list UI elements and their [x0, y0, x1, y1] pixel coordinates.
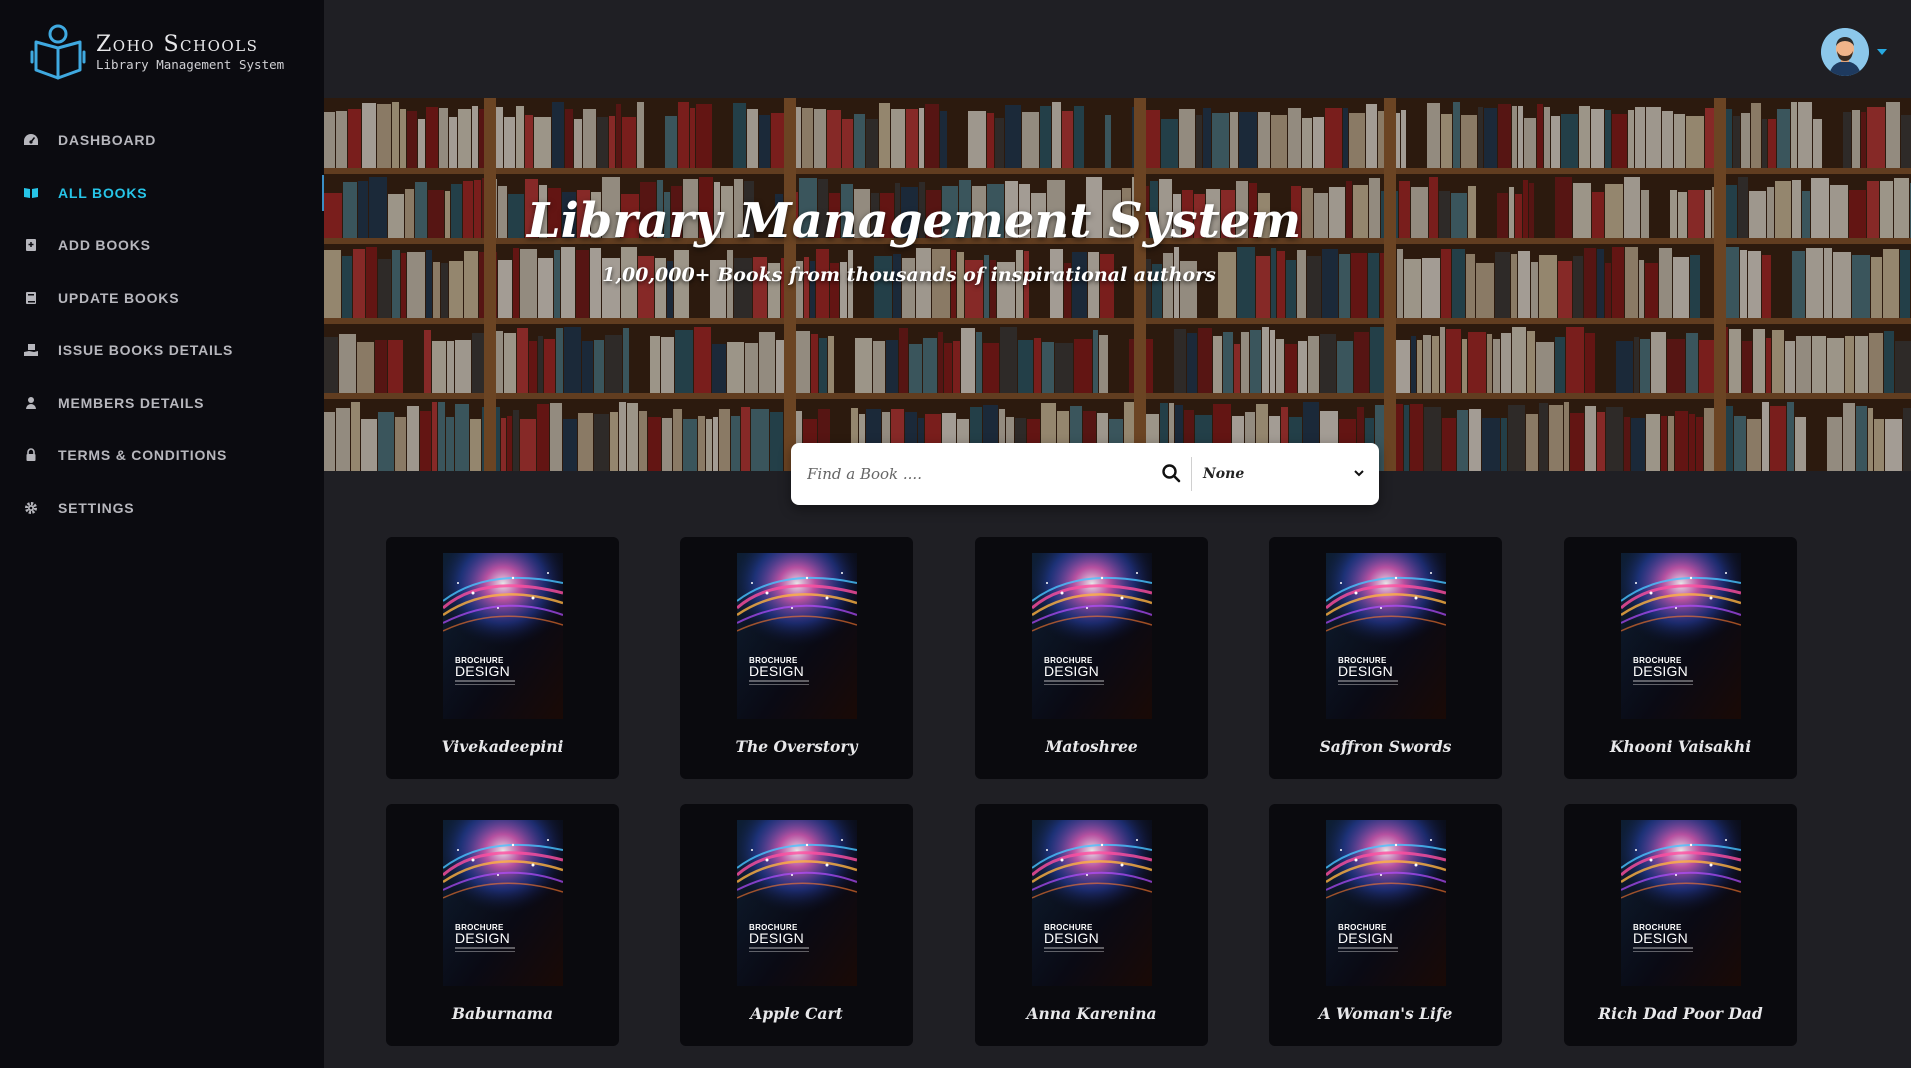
book-cover[interactable]: BROCHURE DESIGN	[737, 553, 857, 719]
book-title: Matoshree	[1045, 737, 1138, 756]
search-bar: None	[791, 443, 1379, 505]
book-title: Khooni Vaisakhi	[1609, 737, 1752, 756]
book-add-icon	[22, 236, 40, 254]
brand-name: Zoho Schools	[96, 32, 259, 57]
book-icon	[22, 289, 40, 307]
book-title: Rich Dad Poor Dad	[1598, 1004, 1763, 1023]
cover-text-lines	[749, 947, 809, 955]
hand-book-icon	[22, 341, 40, 359]
cover-text: DESIGN	[1633, 930, 1688, 946]
caret-down-icon[interactable]	[1877, 49, 1887, 55]
book-title: Vivekadeepini	[441, 737, 564, 756]
user-avatar[interactable]	[1821, 28, 1869, 76]
user-icon	[22, 394, 40, 412]
book-open-icon	[22, 184, 40, 202]
hero-banner: Library Management System 1,00,000+ Book…	[324, 98, 1911, 471]
book-card[interactable]: BROCHURE DESIGN Anna Karenina	[975, 804, 1208, 1046]
sidebar-item-update-books[interactable]: UPDATE BOOKS	[0, 272, 324, 325]
cover-text-lines	[1338, 680, 1398, 688]
cover-text: DESIGN	[455, 663, 510, 679]
sidebar-item-label: ADD BOOKS	[58, 237, 151, 254]
book-card[interactable]: BROCHURE DESIGN A Woman's Life	[1269, 804, 1502, 1046]
cover-text: DESIGN	[455, 930, 510, 946]
sidebar-item-label: UPDATE BOOKS	[58, 289, 180, 306]
user-menu[interactable]	[1821, 28, 1887, 76]
cover-text-lines	[1044, 680, 1104, 688]
cover-text: DESIGN	[1044, 663, 1099, 679]
book-card[interactable]: BROCHURE DESIGN The Overstory	[680, 537, 913, 779]
sidebar-item-dashboard[interactable]: DASHBOARD	[0, 114, 324, 167]
book-title: Apple Cart	[750, 1004, 843, 1023]
book-title: The Overstory	[735, 737, 858, 756]
book-cover[interactable]: BROCHURE DESIGN	[1326, 553, 1446, 719]
sidebar-nav: DASHBOARD ALL BOOKS ADD BOOKS UPDATE BOO…	[0, 114, 324, 534]
book-cover[interactable]: BROCHURE DESIGN	[1326, 820, 1446, 986]
book-cover[interactable]: BROCHURE DESIGN	[443, 553, 563, 719]
sidebar-item-label: MEMBERS DETAILS	[58, 394, 205, 411]
cover-text-lines	[1044, 947, 1104, 955]
sidebar-item-members-details[interactable]: MEMBERS DETAILS	[0, 377, 324, 430]
sidebar: Zoho Schools Library Management System D…	[0, 0, 324, 1068]
book-cover[interactable]: BROCHURE DESIGN	[1621, 820, 1741, 986]
book-card[interactable]: BROCHURE DESIGN Saffron Swords	[1269, 537, 1502, 779]
book-card[interactable]: BROCHURE DESIGN Apple Cart	[680, 804, 913, 1046]
book-cover[interactable]: BROCHURE DESIGN	[443, 820, 563, 986]
book-title: Baburnama	[451, 1004, 554, 1023]
cover-text: DESIGN	[1338, 930, 1393, 946]
sidebar-item-label: ALL BOOKS	[58, 184, 148, 201]
book-card[interactable]: BROCHURE DESIGN Vivekadeepini	[386, 537, 619, 779]
cover-text-lines	[1633, 947, 1693, 955]
search-input[interactable]	[807, 454, 1157, 494]
book-card[interactable]: BROCHURE DESIGN Matoshree	[975, 537, 1208, 779]
book-cover[interactable]: BROCHURE DESIGN	[1032, 553, 1152, 719]
dashboard-icon	[22, 131, 40, 149]
book-title: Saffron Swords	[1319, 737, 1452, 756]
book-title: Anna Karenina	[1026, 1004, 1157, 1023]
filter-select-value: None	[1203, 466, 1245, 482]
filter-select[interactable]: None	[1203, 457, 1371, 491]
cover-text-lines	[1338, 947, 1398, 955]
cover-text-lines	[749, 680, 809, 688]
cover-text: DESIGN	[1338, 663, 1393, 679]
cover-text-lines	[1633, 680, 1693, 688]
book-cover[interactable]: BROCHURE DESIGN	[1032, 820, 1152, 986]
reader-logo-icon	[30, 24, 86, 80]
book-title: A Woman's Life	[1318, 1004, 1453, 1023]
lock-icon	[22, 446, 40, 464]
sidebar-item-label: TERMS & CONDITIONS	[58, 447, 228, 464]
book-card[interactable]: BROCHURE DESIGN Khooni Vaisakhi	[1564, 537, 1797, 779]
sidebar-item-add-books[interactable]: ADD BOOKS	[0, 219, 324, 272]
brand-subtitle: Library Management System	[96, 57, 285, 72]
sidebar-item-settings[interactable]: SETTINGS	[0, 482, 324, 535]
hero-subtitle: 1,00,000+ Books from thousands of inspir…	[602, 264, 1216, 286]
sidebar-item-terms-conditions[interactable]: TERMS & CONDITIONS	[0, 429, 324, 482]
book-card[interactable]: BROCHURE DESIGN Baburnama	[386, 804, 619, 1046]
sidebar-item-issue-books-details[interactable]: ISSUE BOOKS DETAILS	[0, 324, 324, 377]
book-cover[interactable]: BROCHURE DESIGN	[1621, 553, 1741, 719]
search-icon[interactable]	[1161, 463, 1181, 483]
cover-text-lines	[455, 680, 515, 688]
sidebar-item-all-books[interactable]: ALL BOOKS	[0, 167, 324, 220]
sidebar-item-label: ISSUE BOOKS DETAILS	[58, 342, 234, 359]
book-card[interactable]: BROCHURE DESIGN Rich Dad Poor Dad	[1564, 804, 1797, 1046]
gear-icon	[22, 499, 40, 517]
sidebar-item-label: DASHBOARD	[58, 132, 157, 149]
cover-text: DESIGN	[1633, 663, 1688, 679]
search-divider	[1191, 457, 1192, 491]
cover-text-lines	[455, 947, 515, 955]
brand[interactable]: Zoho Schools Library Management System	[28, 22, 284, 84]
sidebar-item-label: SETTINGS	[58, 499, 135, 516]
cover-text: DESIGN	[749, 930, 804, 946]
cover-text: DESIGN	[749, 663, 804, 679]
book-cover[interactable]: BROCHURE DESIGN	[737, 820, 857, 986]
cover-text: DESIGN	[1044, 930, 1099, 946]
chevron-down-icon	[1354, 470, 1364, 477]
hero-title: Library Management System	[526, 193, 1302, 249]
